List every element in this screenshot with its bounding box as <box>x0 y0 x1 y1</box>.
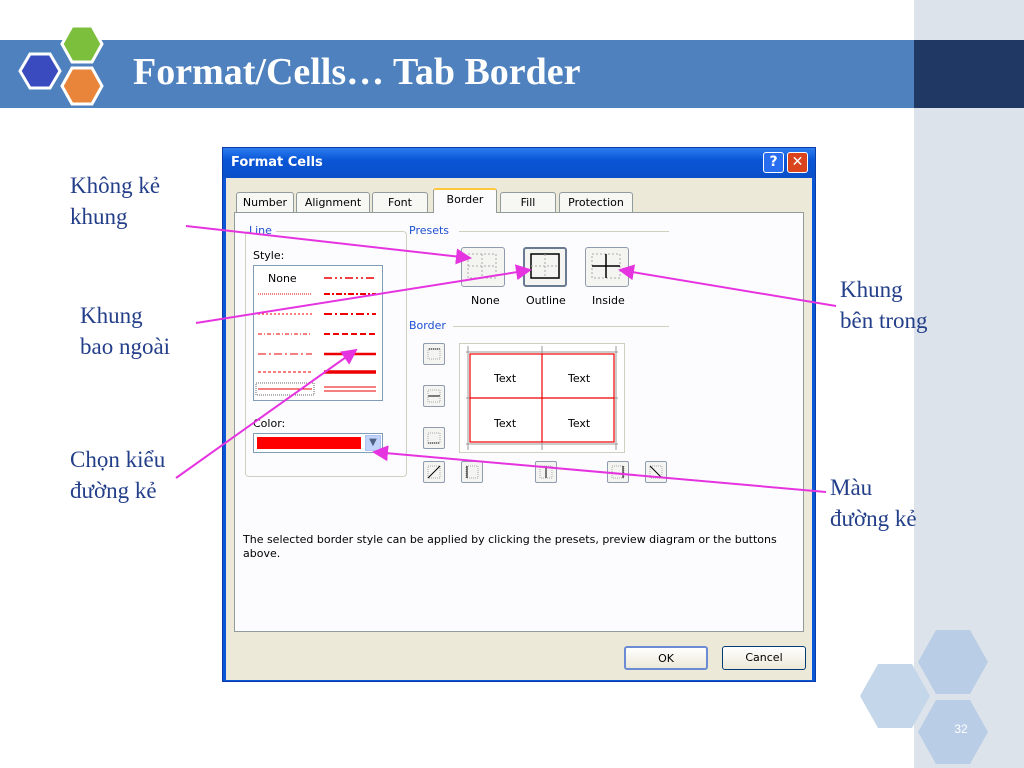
border-left-button[interactable] <box>461 461 483 483</box>
tab-fill[interactable]: Fill <box>500 192 556 212</box>
label-line-style: Chọn kiểu đường kẻ <box>70 444 165 506</box>
preset-inside-label: Inside <box>592 294 625 307</box>
label-line-style-line1: Chọn kiểu <box>70 447 166 472</box>
preset-none-button[interactable] <box>461 247 505 287</box>
tab-alignment[interactable]: Alignment <box>296 192 370 212</box>
border-bottom-button[interactable] <box>423 427 445 449</box>
border-tab-panel: Line Style: None Color: ▼ Presets None O… <box>234 212 804 632</box>
page-number: 32 <box>954 722 968 736</box>
label-line-color-line2: đường kẻ <box>830 506 917 531</box>
line-group-title: Line <box>249 224 276 237</box>
preset-inside-icon <box>591 253 621 279</box>
label-no-border-line1: Không kẻ <box>70 173 161 198</box>
border-preview[interactable]: Text Text Text Text <box>459 343 625 453</box>
label-outline-line1: Khung <box>80 303 143 328</box>
border-top-button[interactable] <box>423 343 445 365</box>
line-style-samples[interactable] <box>254 266 382 400</box>
preview-cell-4: Text <box>568 417 591 430</box>
info-text: The selected border style can be applied… <box>243 533 777 560</box>
presets-divider <box>459 231 669 232</box>
border-middle-button[interactable] <box>423 385 445 407</box>
preview-cell-1: Text <box>494 372 517 385</box>
cancel-button[interactable]: Cancel <box>722 646 806 670</box>
label-no-border: Không kẻ khung <box>70 170 160 232</box>
label-no-border-line2: khung <box>70 204 128 229</box>
hexagon-logo-icon <box>18 24 104 106</box>
decorative-hexagons-icon <box>860 630 988 764</box>
border-diagonal-down-button[interactable] <box>645 461 667 483</box>
color-swatch <box>257 437 361 449</box>
dialog-body: Number Alignment Font Border Fill Protec… <box>226 178 812 680</box>
dialog-title: Format Cells <box>231 155 323 170</box>
label-outline-line2: bao ngoài <box>80 334 171 359</box>
chevron-down-icon[interactable]: ▼ <box>365 435 381 451</box>
border-preview-grid[interactable] <box>460 344 624 452</box>
border-right-button[interactable] <box>607 461 629 483</box>
tab-number[interactable]: Number <box>236 192 294 212</box>
dialog-titlebar[interactable]: Format Cells ? ✕ <box>223 148 815 178</box>
label-inside: Khung bên trong <box>840 274 928 336</box>
preset-outline-label: Outline <box>526 294 566 307</box>
tab-protection[interactable]: Protection <box>559 192 633 212</box>
color-label: Color: <box>253 417 286 430</box>
preset-inside-button[interactable] <box>585 247 629 287</box>
preset-outline-button[interactable] <box>523 247 567 287</box>
border-divider <box>453 326 669 327</box>
label-inside-line2: bên trong <box>840 308 928 333</box>
label-inside-line1: Khung <box>840 277 903 302</box>
tab-border[interactable]: Border <box>433 188 497 213</box>
presets-title: Presets <box>409 224 454 237</box>
border-center-button[interactable] <box>535 461 557 483</box>
close-icon[interactable]: ✕ <box>787 152 808 173</box>
preset-none-icon <box>467 253 497 279</box>
ok-button[interactable]: OK <box>624 646 708 670</box>
title-bar-accent <box>914 40 1024 108</box>
style-label: Style: <box>253 249 285 262</box>
tab-font[interactable]: Font <box>372 192 428 212</box>
slide-title: Format/Cells… Tab Border <box>133 51 581 93</box>
label-line-color: Màu đường kẻ <box>830 472 917 534</box>
help-icon[interactable]: ? <box>763 152 784 173</box>
label-line-style-line2: đường kẻ <box>70 478 157 503</box>
label-outline: Khung bao ngoài <box>80 300 170 362</box>
preview-cell-3: Text <box>494 417 517 430</box>
border-group-title: Border <box>409 319 450 332</box>
line-color-select[interactable]: ▼ <box>253 433 383 453</box>
preset-outline-icon <box>530 253 560 279</box>
border-diagonal-up-button[interactable] <box>423 461 445 483</box>
format-cells-dialog: Format Cells ? ✕ Number Alignment Font B… <box>222 147 816 682</box>
line-style-list[interactable]: None <box>253 265 383 401</box>
label-line-color-line1: Màu <box>830 475 873 500</box>
preview-cell-2: Text <box>568 372 591 385</box>
preset-none-label: None <box>471 294 500 307</box>
